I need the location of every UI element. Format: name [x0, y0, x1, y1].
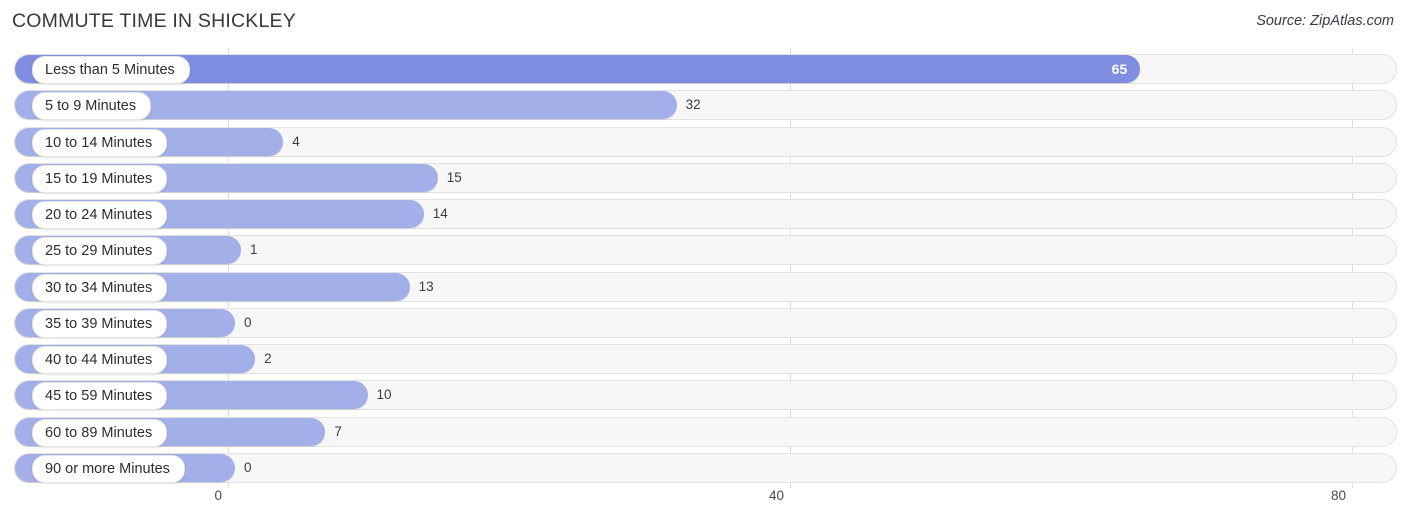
category-label: 45 to 59 Minutes [32, 382, 168, 411]
bar-row[interactable]: 20 to 24 Minutes 14 [14, 199, 1397, 229]
plot-area: Less than 5 Minutes 65 5 to 9 Minutes 32 10 … [0, 48, 1406, 488]
x-tick-label: 40 [768, 488, 784, 503]
bar-row[interactable]: 10 to 14 Minutes 4 [14, 126, 1397, 157]
bar-row[interactable]: 45 to 59 Minutes 10 [14, 380, 1397, 411]
x-axis: 0 40 80 [0, 488, 1406, 516]
bar-row[interactable]: Less than 5 Minutes 65 [14, 54, 1397, 84]
bar-value-label: 65 [1111, 61, 1128, 77]
bar-value-label: 7 [334, 423, 342, 439]
category-label: 90 or more Minutes [32, 454, 185, 483]
x-tick-label: 0 [214, 488, 222, 503]
category-label: 15 to 19 Minutes [32, 164, 168, 193]
category-label: 35 to 39 Minutes [32, 309, 168, 338]
bar-value-label: 32 [685, 97, 701, 113]
bar-row[interactable]: 35 to 39 Minutes 0 [14, 307, 1397, 338]
category-label: 5 to 9 Minutes [32, 92, 152, 121]
bar-row[interactable]: 5 to 9 Minutes 32 [14, 90, 1397, 121]
page-title: COMMUTE TIME IN SHICKLEY [12, 10, 296, 32]
bar-value-label: 4 [292, 133, 300, 149]
bar-row[interactable]: 40 to 44 Minutes 2 [14, 344, 1397, 374]
category-label: 25 to 29 Minutes [32, 237, 168, 266]
bar-row[interactable]: 25 to 29 Minutes 1 [14, 235, 1397, 266]
bar-row[interactable]: 60 to 89 Minutes 7 [14, 416, 1397, 447]
category-label: 40 to 44 Minutes [32, 346, 168, 374]
bar-value-label: 10 [376, 387, 392, 403]
category-label: Less than 5 Minutes [32, 56, 190, 84]
category-label: 30 to 34 Minutes [32, 273, 168, 302]
bar-value-label: 2 [264, 351, 272, 366]
bar-row[interactable]: 15 to 19 Minutes 15 [14, 162, 1397, 193]
category-label: 10 to 14 Minutes [32, 128, 168, 157]
bar-value-label: 13 [418, 278, 434, 294]
category-label: 60 to 89 Minutes [32, 418, 168, 447]
bar-value-label: 0 [244, 314, 252, 330]
bar-value-label: 14 [432, 206, 448, 221]
bar-value-label: 15 [446, 169, 462, 185]
bar-row[interactable]: 30 to 34 Minutes 13 [14, 271, 1397, 302]
commute-time-bar-chart: COMMUTE TIME IN SHICKLEY Source: ZipAtla… [0, 0, 1406, 523]
source-attribution: Source: ZipAtlas.com [1256, 13, 1394, 29]
x-tick-label: 80 [1330, 488, 1346, 503]
bar-value-label: 1 [250, 242, 258, 258]
category-label: 20 to 24 Minutes [32, 201, 168, 229]
bar-value-label: 0 [244, 459, 252, 475]
bar-row[interactable]: 90 or more Minutes 0 [14, 452, 1397, 483]
